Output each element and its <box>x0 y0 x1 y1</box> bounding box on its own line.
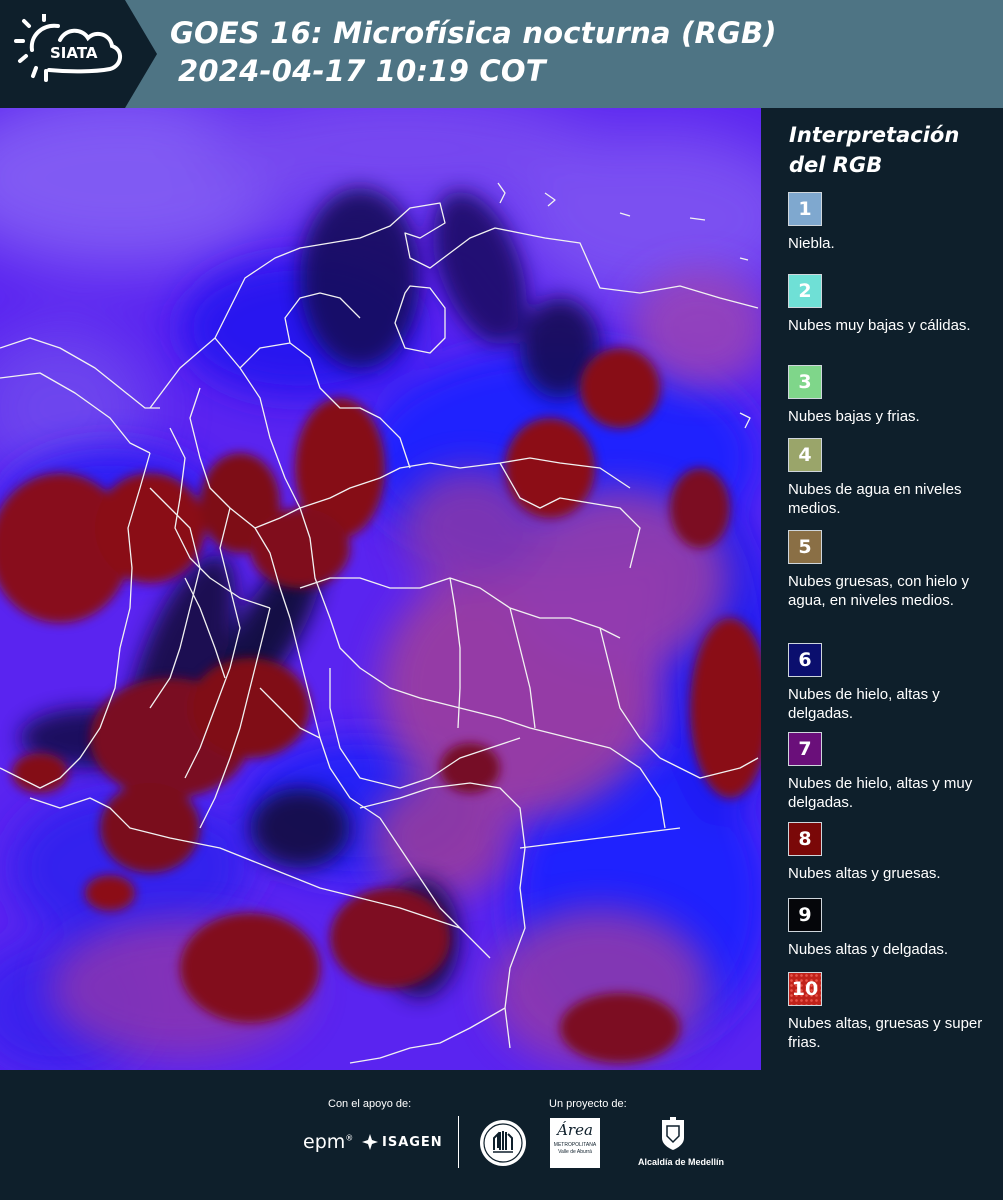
area-logo-mark: Área <box>557 1121 593 1139</box>
area-logo-line-1: METROPOLITANA <box>553 1142 597 1148</box>
siata-logo[interactable]: SIATA <box>14 14 128 94</box>
legend-label: Nubes gruesas, con hielo y agua, en nive… <box>788 573 969 609</box>
legend-item-5: 5 Nubes gruesas, con hielo y agua, en niv… <box>788 530 998 610</box>
legend-label: Nubes de hielo, altas y delgadas. <box>788 686 940 722</box>
medellin-shield-icon <box>662 1117 684 1150</box>
alcaldia-logo[interactable]: Alcaldía de Medellín <box>638 1116 725 1167</box>
footer-separator <box>458 1116 459 1168</box>
footer-bar: Con el apoyo de: Un proyecto de: epm® IS… <box>0 1070 1003 1200</box>
satellite-rgb-image <box>0 108 761 1070</box>
legend-item-3: 3 Nubes bajas y frias. <box>788 365 998 426</box>
epm-logo-text: epm <box>303 1131 346 1153</box>
alcaldia-logo-text: Alcaldía de Medellín <box>638 1157 725 1167</box>
legend-label: Nubes bajas y frias. <box>788 408 920 425</box>
university-seal-icon[interactable] <box>478 1118 528 1168</box>
satellite-map[interactable] <box>0 108 761 1070</box>
header-bar: SIATA GOES 16: Microfísica nocturna (RGB… <box>0 0 1003 108</box>
legend-label: Nubes de hielo, altas y muy delgadas. <box>788 775 973 811</box>
legend-swatch: 8 <box>788 822 822 856</box>
legend-swatch: 4 <box>788 438 822 472</box>
legend-swatch: 5 <box>788 530 822 564</box>
legend-title-line-1: Interpretación <box>789 123 960 147</box>
legend-item-7: 7 Nubes de hielo, altas y muy delgadas. <box>788 732 998 812</box>
legend-swatch: 2 <box>788 274 822 308</box>
legend-title-line-2: del RGB <box>789 153 883 177</box>
legend-swatch: 7 <box>788 732 822 766</box>
legend-item-6: 6 Nubes de hielo, altas y delgadas. <box>788 643 998 723</box>
legend-label: Nubes de agua en niveles medios. <box>788 481 962 517</box>
legend-label: Nubes altas, gruesas y super frias. <box>788 1015 983 1051</box>
legend-swatch: 3 <box>788 365 822 399</box>
legend-item-2: 2 Nubes muy bajas y cálidas. <box>788 274 998 335</box>
title-line-2: 2024-04-17 10:19 COT <box>178 54 546 88</box>
legend-label: Nubes muy bajas y cálidas. <box>788 317 971 334</box>
legend-item-9: 9 Nubes altas y delgadas. <box>788 898 998 959</box>
legend-swatch: 6 <box>788 643 822 677</box>
isagen-logo-text: ISAGEN <box>382 1134 443 1150</box>
legend-item-1: 1 Niebla. <box>788 192 998 253</box>
legend-label: Nubes altas y gruesas. <box>788 865 941 882</box>
legend-label: Nubes altas y delgadas. <box>788 941 949 958</box>
legend-swatch: 10 <box>788 972 822 1006</box>
isagen-mark-icon <box>362 1134 378 1150</box>
support-label: Con el apoyo de: <box>328 1098 412 1110</box>
legend-panel: Interpretación del RGB 1 Niebla. 2 Nubes mu… <box>761 108 1003 1070</box>
page-title: GOES 16: Microfísica nocturna (RGB) 2024… <box>170 14 777 90</box>
legend-item-4: 4 Nubes de agua en niveles medios. <box>788 438 998 518</box>
title-line-1: GOES 16: Microfísica nocturna (RGB) <box>170 16 777 50</box>
area-logo-line-2: Valle de Aburrá <box>558 1149 592 1155</box>
legend-title: Interpretación del RGB <box>789 120 959 180</box>
project-label: Un proyecto de: <box>549 1098 627 1110</box>
legend-label: Niebla. <box>788 235 835 252</box>
legend-swatch: 1 <box>788 192 822 226</box>
logo-text: SIATA <box>50 44 98 62</box>
legend-item-10: 10 Nubes altas, gruesas y super frias. <box>788 972 998 1052</box>
isagen-logo[interactable]: ISAGEN <box>360 1133 443 1151</box>
area-metropolitana-logo[interactable]: Área METROPOLITANA Valle de Aburrá <box>550 1118 600 1168</box>
epm-logo[interactable]: epm® <box>303 1131 353 1153</box>
legend-item-8: 8 Nubes altas y gruesas. <box>788 822 998 883</box>
legend-swatch: 9 <box>788 898 822 932</box>
